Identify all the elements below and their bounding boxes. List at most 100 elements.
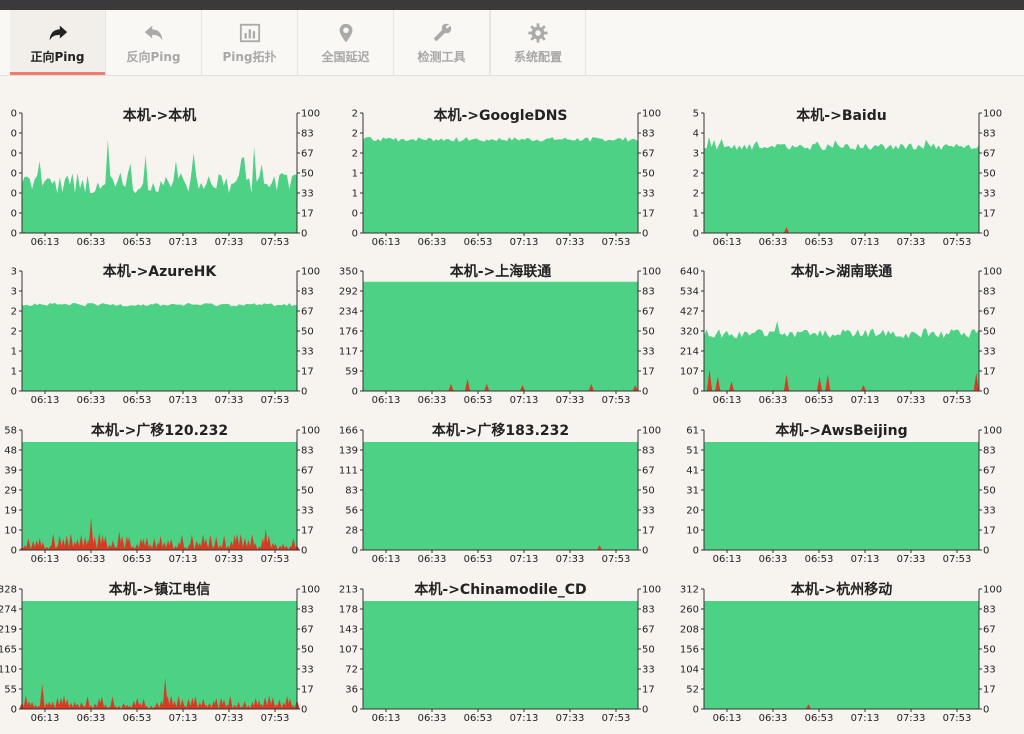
y-right-tick-label: 67 [983,149,996,160]
y-right-tick-label: 33 [983,189,996,200]
y-right-tick-label: 83 [301,605,314,616]
x-tick-label: 07:53 [943,554,972,565]
x-tick-label: 07:13 [510,713,539,724]
x-tick-label: 07:13 [851,713,880,724]
y-right-tick-label: 100 [301,426,320,437]
x-tick-label: 07:13 [169,395,198,406]
y-right-tick-label: 33 [301,665,314,676]
y-left-tick-label: 58 [4,426,17,437]
y-left-tick-label: 0 [693,387,699,398]
wrench-icon [433,23,451,42]
y-right-tick-label: 33 [642,665,655,676]
y-right-tick-label: 0 [301,705,307,716]
x-tick-label: 07:13 [510,237,539,248]
latency-area [363,442,638,550]
x-tick-label: 06:33 [759,237,788,248]
x-tick-label: 06:53 [123,237,152,248]
y-right-tick-label: 17 [983,209,996,220]
x-tick-label: 07:33 [556,713,585,724]
x-tick-label: 07:33 [897,554,926,565]
y-right-tick-label: 33 [642,506,655,517]
forward-arrow-icon [49,25,67,41]
y-left-tick-label: 0 [11,387,17,398]
y-right-tick-label: 0 [301,229,307,240]
y-left-tick-label: 2 [693,169,699,180]
y-left-tick-label: 234 [339,307,358,318]
latency-area [22,442,297,550]
y-left-tick-label: 350 [339,267,358,278]
y-left-tick-label: 5 [693,109,699,120]
tab-system-config[interactable]: 系统配置 [490,10,586,75]
y-right-tick-label: 33 [642,347,655,358]
y-right-tick-label: 83 [983,605,996,616]
y-right-tick-label: 83 [983,129,996,140]
y-right-tick-label: 100 [642,109,661,120]
tab-detection-tools[interactable]: 检测工具 [394,10,490,75]
x-tick-label: 06:53 [464,237,493,248]
y-right-tick-label: 0 [301,546,307,557]
y-right-tick-label: 67 [642,466,655,477]
latency-loss-chart: 01122330173350678310006:13 06:33 06:53 07:1… [11,267,320,407]
chart-panel: 0 28 56 83 111 139 166 0 17 33 50 67 83 100 06:13 06:33… [339,418,661,568]
latency-area [704,321,979,391]
tab-label: 正向Ping [30,50,85,64]
x-tick-label: 07:53 [261,713,290,724]
latency-loss-chart: 0 107 214 320 427 534 640 0 17 33 50 67 83 100 06:13 06… [680,267,1002,407]
y-left-tick-label: 156 [680,645,699,656]
y-right-tick-label: 0 [983,387,989,398]
tab-forward-ping[interactable]: 正向Ping [10,10,106,75]
x-tick-label: 06:13 [713,554,742,565]
y-left-tick-label: 51 [686,446,699,457]
latency-loss-chart: 0 36 72 107 143 178 213 0 17 33 50 67 83 100 06:13 06:3… [339,585,661,725]
y-left-tick-label: 1 [352,189,358,200]
tab-national-latency[interactable]: 全国延迟 [298,10,394,75]
x-tick-label: 06:33 [759,395,788,406]
tab-label: 系统配置 [513,50,562,64]
x-tick-label: 07:33 [215,713,244,724]
latency-area [704,601,979,709]
y-right-tick-label: 17 [642,685,655,696]
y-left-tick-label: 139 [339,446,358,457]
y-left-tick-label: 1 [11,367,17,378]
y-left-tick-label: 178 [339,605,358,616]
y-right-tick-label: 33 [642,189,655,200]
y-right-tick-label: 100 [983,426,1002,437]
y-left-tick-label: 2 [352,129,358,140]
y-right-tick-label: 67 [642,625,655,636]
x-tick-label: 06:33 [418,713,447,724]
bar-chart-icon [239,23,260,43]
y-left-tick-label: 0 [352,705,358,716]
y-left-tick-label: 0 [11,129,17,140]
y-left-tick-label: 29 [4,486,17,497]
y-right-tick-label: 50 [301,169,314,180]
y-right-tick-label: 100 [642,585,661,596]
x-tick-label: 06:13 [372,713,401,724]
y-right-tick-label: 83 [642,605,655,616]
y-left-tick-label: 143 [339,625,358,636]
y-left-tick-label: 0 [693,546,699,557]
chart-panel: 0 1 1 2 2 3 3 0 17 33 50 67 83 100 06:13 06:33 06:53 07:1… [0,259,320,409]
tab-reverse-ping[interactable]: 反向Ping [106,10,202,75]
y-right-tick-label: 0 [642,705,648,716]
x-tick-label: 06:33 [418,237,447,248]
y-left-tick-label: 320 [680,327,699,338]
y-right-tick-label: 17 [301,209,314,220]
latency-area [22,139,297,233]
tab-ping-topology[interactable]: Ping拓扑 [202,10,298,75]
y-right-tick-label: 50 [642,327,655,338]
toolbar: 正向Ping 反向Ping Ping拓扑 全国延迟 检测工具 系统配置 [0,10,1024,76]
y-right-tick-label: 83 [642,446,655,457]
y-right-tick-label: 100 [301,585,320,596]
chart-title: 本机->广移120.232 [90,423,229,439]
x-tick-label: 07:13 [851,554,880,565]
latency-loss-chart: 0 55 110 165 219 274 328 0 17 33 50 67 83 100 06:13 06:… [0,585,320,725]
x-tick-label: 07:33 [556,237,585,248]
y-right-tick-label: 100 [983,267,1002,278]
latency-area [363,281,638,391]
y-right-tick-label: 50 [642,486,655,497]
x-tick-label: 07:33 [556,554,585,565]
y-left-tick-label: 39 [4,466,17,477]
x-tick-label: 06:33 [759,713,788,724]
x-tick-label: 07:53 [602,395,631,406]
x-tick-label: 07:13 [169,713,198,724]
